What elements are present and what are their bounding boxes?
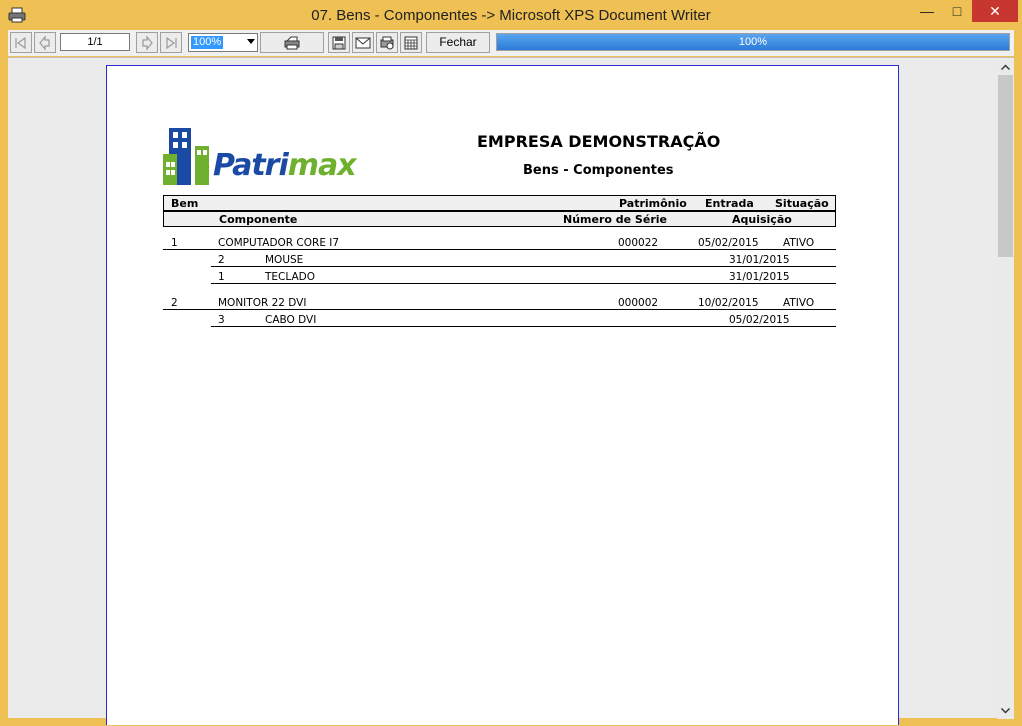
bem-patrimonio: 000002 — [618, 297, 659, 309]
col-componente: Componente — [219, 213, 298, 226]
minimize-button[interactable]: — — [912, 0, 942, 22]
fechar-button[interactable]: Fechar — [426, 32, 490, 53]
preview-area[interactable]: Patrimax EMPRESA DEMONSTRAÇÃO Bens - Com… — [8, 57, 1014, 725]
component-aquisicao: 31/01/2015 — [729, 254, 790, 266]
bem-code: 1 — [171, 237, 178, 249]
title-bar[interactable]: 07. Bens - Componentes -> Microsoft XPS … — [0, 0, 1022, 30]
logo-text-blue: Patri — [213, 148, 289, 183]
col-situacao: Situação — [775, 197, 829, 210]
window-title: 07. Bens - Componentes -> Microsoft XPS … — [311, 7, 711, 24]
progress-bar: 100% — [496, 33, 1010, 51]
table-row: 2 MONITOR 22 DVI 000002 10/02/2015 ATIVO — [163, 294, 836, 310]
zoom-value: 100% — [191, 36, 224, 49]
bem-patrimonio: 000022 — [618, 237, 659, 249]
component-description: MOUSE — [265, 254, 304, 266]
component-aquisicao: 31/01/2015 — [729, 271, 790, 283]
bem-situacao: ATIVO — [783, 297, 815, 309]
col-aquisicao: Aquisição — [732, 213, 792, 226]
component-row: 3 CABO DVI 05/02/2015 — [211, 311, 836, 327]
table-header-main: Bem Patrimônio Entrada Situação — [163, 195, 836, 211]
maximize-button[interactable]: □ — [942, 0, 972, 22]
next-page-button[interactable] — [136, 32, 158, 53]
first-page-icon — [15, 36, 26, 49]
component-row: 2 MOUSE 31/01/2015 — [211, 251, 836, 267]
print-setup-icon — [380, 36, 394, 49]
col-numero-serie: Número de Série — [563, 213, 667, 226]
logo-wordmark: Patrimax — [213, 148, 357, 183]
chevron-up-icon — [1001, 64, 1010, 70]
progress-label: 100% — [738, 36, 768, 48]
bem-situacao: ATIVO — [783, 237, 815, 249]
close-window-button[interactable]: ✕ — [972, 0, 1018, 22]
print-button[interactable] — [260, 32, 324, 53]
zoom-select[interactable]: 100% — [188, 33, 258, 52]
component-code: 1 — [218, 271, 225, 283]
chevron-down-icon — [247, 39, 255, 44]
preview-toolbar: 1/1 100% Fechar 100% — [8, 30, 1014, 56]
save-icon — [332, 36, 346, 49]
page-setup-button[interactable] — [400, 32, 422, 53]
report-page: Patrimax EMPRESA DEMONSTRAÇÃO Bens - Com… — [106, 65, 899, 725]
logo-text-green: max — [287, 148, 357, 183]
chevron-down-icon — [1001, 707, 1010, 713]
email-icon — [355, 37, 371, 48]
scroll-thumb[interactable] — [998, 75, 1013, 257]
report-title: Bens - Componentes — [523, 163, 674, 178]
table-header-components: Componente Número de Série Aquisição — [163, 211, 836, 227]
component-description: CABO DVI — [265, 314, 317, 326]
col-patrimonio: Patrimônio — [619, 197, 687, 210]
email-button[interactable] — [352, 32, 374, 53]
col-bem: Bem — [171, 197, 199, 210]
bem-entrada: 05/02/2015 — [698, 237, 759, 249]
col-entrada: Entrada — [705, 197, 754, 210]
last-page-button[interactable] — [160, 32, 182, 53]
bem-entrada: 10/02/2015 — [698, 297, 759, 309]
scroll-down-button[interactable] — [997, 702, 1014, 719]
table-row: 1 COMPUTADOR CORE I7 000022 05/02/2015 A… — [163, 234, 836, 250]
component-aquisicao: 05/02/2015 — [729, 314, 790, 326]
component-code: 3 — [218, 314, 225, 326]
bem-description: COMPUTADOR CORE I7 — [218, 237, 340, 249]
first-page-button[interactable] — [10, 32, 32, 53]
calendar-icon — [404, 36, 418, 49]
bem-description: MONITOR 22 DVI — [218, 297, 307, 309]
scroll-up-button[interactable] — [997, 58, 1014, 75]
print-setup-button[interactable] — [376, 32, 398, 53]
page-indicator[interactable]: 1/1 — [60, 33, 130, 51]
component-description: TECLADO — [265, 271, 316, 283]
company-name: EMPRESA DEMONSTRAÇÃO — [477, 132, 721, 151]
save-button[interactable] — [328, 32, 350, 53]
component-row: 1 TECLADO 31/01/2015 — [211, 268, 836, 284]
vertical-scrollbar[interactable] — [997, 58, 1014, 719]
bem-code: 2 — [171, 297, 178, 309]
last-page-icon — [166, 36, 177, 49]
next-page-icon — [142, 34, 153, 51]
prev-page-icon — [39, 34, 50, 51]
component-code: 2 — [218, 254, 225, 266]
prev-page-button[interactable] — [34, 32, 56, 53]
patrimax-logo: Patrimax — [163, 128, 357, 188]
print-icon — [284, 36, 300, 49]
print-preview-window: 07. Bens - Componentes -> Microsoft XPS … — [0, 0, 1022, 726]
